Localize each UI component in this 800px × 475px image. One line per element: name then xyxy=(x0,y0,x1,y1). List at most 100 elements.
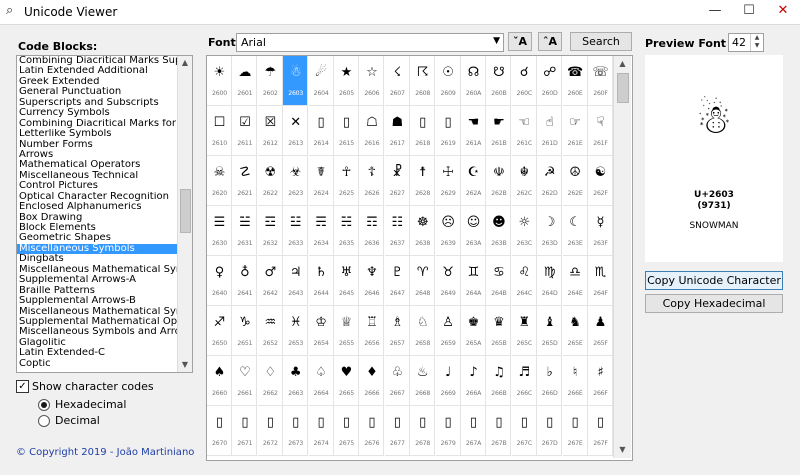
hexadecimal-radio[interactable] xyxy=(38,399,50,411)
list-item[interactable]: Combining Diacritical Marks Supplement xyxy=(17,56,177,66)
char-cell[interactable]: ♇ 2647 xyxy=(384,256,410,306)
copy-hexadecimal-button[interactable]: Copy Hexadecimal xyxy=(645,294,783,313)
char-cell[interactable]: ☶ 2636 xyxy=(359,206,385,256)
list-item[interactable]: Latin Extended-C xyxy=(17,348,177,358)
char-cell[interactable]: ♗ 2657 xyxy=(384,306,410,356)
list-item[interactable]: Currency Symbols xyxy=(17,108,177,118)
list-item[interactable]: Mathematical Operators xyxy=(17,160,177,170)
char-cell[interactable]: ♐ 2650 xyxy=(207,306,232,356)
char-cell[interactable]: ♪ 266A xyxy=(461,356,486,406)
char-cell[interactable]: ♄ 2644 xyxy=(308,256,334,306)
scroll-thumb[interactable] xyxy=(180,189,191,233)
list-item[interactable]: Coptic xyxy=(17,359,177,369)
list-item[interactable]: Supplemental Arrows-B xyxy=(17,296,177,306)
char-cell[interactable]: ☋ 260B xyxy=(486,56,512,106)
char-cell[interactable]: ♣ 2663 xyxy=(283,356,309,406)
list-item[interactable]: Block Elements xyxy=(17,223,177,233)
list-item[interactable]: Enclosed Alphanumerics xyxy=(17,202,177,212)
char-cell[interactable]: ☂ 2602 xyxy=(257,56,283,106)
char-cell[interactable]: ▯ 2677 xyxy=(384,406,410,456)
char-cell[interactable]: ♟ 265F xyxy=(588,306,613,356)
char-cell[interactable]: ☱ 2631 xyxy=(232,206,258,256)
char-cell[interactable]: ▯ 2672 xyxy=(257,406,283,456)
scroll-up-icon[interactable]: ▲ xyxy=(178,56,192,70)
font-select[interactable]: Arial ▼ xyxy=(236,33,504,52)
list-item[interactable]: Supplemental Mathematical Operators xyxy=(17,317,177,327)
char-cell[interactable]: ♩ 2669 xyxy=(435,356,461,406)
scroll-down-icon[interactable]: ▼ xyxy=(178,358,192,372)
list-item[interactable]: Box Drawing xyxy=(17,213,177,223)
list-item[interactable]: Miscellaneous Mathematical Symbols-A xyxy=(17,265,177,275)
scroll-up-icon[interactable]: ▲ xyxy=(614,56,631,72)
font-larger-button[interactable]: ˆA xyxy=(538,32,562,51)
scroll-thumb[interactable] xyxy=(617,73,629,103)
char-cell[interactable]: ♛ 265B xyxy=(486,306,512,356)
char-cell[interactable]: ▯ 2675 xyxy=(334,406,359,456)
char-cell[interactable]: ♠ 2660 xyxy=(207,356,232,406)
show-codes-checkbox[interactable]: ✓ xyxy=(16,380,29,393)
char-cell[interactable]: ♦ 2666 xyxy=(359,356,385,406)
char-cell[interactable]: ♍ 264D xyxy=(537,256,563,306)
char-cell[interactable]: ♜ 265C xyxy=(511,306,537,356)
list-item[interactable]: Control Pictures xyxy=(17,181,177,191)
char-cell[interactable]: ☮ 262E xyxy=(562,156,588,206)
char-cell[interactable]: ☦ 2626 xyxy=(359,156,385,206)
char-cell[interactable]: ☆ 2606 xyxy=(359,56,385,106)
list-item[interactable]: Letterlike Symbols xyxy=(17,129,177,139)
char-cell[interactable]: ♋ 264B xyxy=(486,256,512,306)
list-item[interactable]: Latin Extended Additional xyxy=(17,66,177,76)
char-cell[interactable]: ☵ 2635 xyxy=(334,206,359,256)
char-cell[interactable]: ☲ 2632 xyxy=(257,206,283,256)
char-cell[interactable]: ☺ 263A xyxy=(461,206,486,256)
char-cell[interactable]: ▯ 2678 xyxy=(410,406,436,456)
char-cell[interactable]: ☁ 2601 xyxy=(232,56,258,106)
list-item[interactable]: Supplemental Arrows-A xyxy=(17,275,177,285)
char-cell[interactable]: ☬ 262C xyxy=(511,156,537,206)
char-cell[interactable]: ♝ 265D xyxy=(537,306,563,356)
char-cell[interactable]: ☿ 263F xyxy=(588,206,613,256)
char-cell[interactable]: ▯ 2619 xyxy=(435,106,461,156)
list-item[interactable]: Miscellaneous Symbols and Arrows xyxy=(17,327,177,337)
char-cell[interactable]: ☐ 2610 xyxy=(207,106,232,156)
char-cell[interactable]: ☠ 2620 xyxy=(207,156,232,206)
char-cell[interactable]: ♂ 2642 xyxy=(257,256,283,306)
char-cell[interactable]: ▯ 267B xyxy=(486,406,512,456)
char-cell[interactable]: ☟ 261F xyxy=(588,106,613,156)
char-cell[interactable]: ♁ 2641 xyxy=(232,256,258,306)
char-cell[interactable]: ♫ 266B xyxy=(486,356,512,406)
char-cell[interactable]: ☍ 260D xyxy=(537,56,563,106)
char-cell[interactable]: ♑ 2651 xyxy=(232,306,258,356)
copy-unicode-character-button[interactable]: Copy Unicode Character xyxy=(645,271,783,290)
char-cell[interactable]: ♧ 2667 xyxy=(384,356,410,406)
list-item[interactable]: Miscellaneous Technical xyxy=(17,171,177,181)
char-cell[interactable]: ▯ 2614 xyxy=(308,106,334,156)
char-cell[interactable]: ♕ 2655 xyxy=(334,306,359,356)
char-cell[interactable]: ▯ 2671 xyxy=(232,406,258,456)
char-cell[interactable]: ♉ 2649 xyxy=(435,256,461,306)
char-cell[interactable]: ☇ 2607 xyxy=(384,56,410,106)
char-cell[interactable]: ♈ 2648 xyxy=(410,256,436,306)
search-button[interactable]: Search xyxy=(570,32,632,51)
char-cell[interactable]: ♆ 2646 xyxy=(359,256,385,306)
char-cell[interactable]: ☈ 2608 xyxy=(410,56,436,106)
char-cell[interactable]: ♏ 264F xyxy=(588,256,613,306)
char-cell[interactable]: ♭ 266D xyxy=(537,356,563,406)
char-cell[interactable]: ▯ 267C xyxy=(511,406,537,456)
char-cell[interactable]: ♬ 266C xyxy=(511,356,537,406)
char-cell[interactable]: ♒ 2652 xyxy=(257,306,283,356)
char-cell[interactable]: ♨ 2668 xyxy=(410,356,436,406)
chevron-down-icon[interactable]: ▼ xyxy=(493,36,500,46)
char-cell[interactable]: ♥ 2665 xyxy=(334,356,359,406)
char-cell[interactable]: ♘ 2658 xyxy=(410,306,436,356)
char-cell[interactable]: ☷ 2637 xyxy=(384,206,410,256)
char-cell[interactable]: ▯ 2674 xyxy=(308,406,334,456)
char-cell[interactable]: ☚ 261A xyxy=(461,106,486,156)
char-cell[interactable]: ☄ 2604 xyxy=(308,56,334,106)
char-cell[interactable]: ▯ 267A xyxy=(461,406,486,456)
char-cell[interactable]: ☜ 261C xyxy=(511,106,537,156)
char-cell[interactable]: ☞ 261E xyxy=(562,106,588,156)
stepper-arrows-icon[interactable]: ▲ ▼ xyxy=(750,34,763,51)
character-grid[interactable]: ☀ 2600 ☁ 2601 ☂ 2602 ☃ 2603 ☄ 2604 ★ 2605 ☆ 2606 ☇ 2607… xyxy=(206,55,633,461)
grid-scrollbar[interactable]: ▲ ▼ xyxy=(613,56,631,458)
char-cell[interactable]: ☤ 2624 xyxy=(308,156,334,206)
